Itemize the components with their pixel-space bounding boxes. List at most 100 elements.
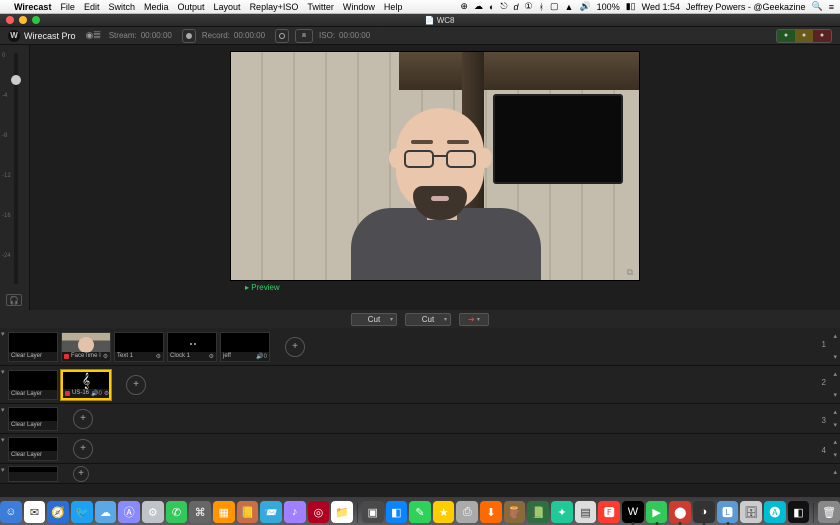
- gear-icon[interactable]: ⚙: [104, 390, 109, 397]
- dock-app[interactable]: ◧: [386, 501, 408, 523]
- menu-replay-iso[interactable]: Replay+ISO: [250, 2, 299, 12]
- dock-app[interactable]: 📒: [237, 501, 259, 523]
- app-menu[interactable]: Wirecast: [14, 2, 51, 12]
- dock-app[interactable]: ⬇: [480, 501, 502, 523]
- layer-down-icon[interactable]: ▾: [833, 421, 837, 429]
- popout-icon[interactable]: ⧉: [627, 267, 633, 278]
- dock-app[interactable]: ⌘: [189, 501, 211, 523]
- status-icon[interactable]: ⎋: [500, 1, 507, 12]
- indicator-yellow[interactable]: ●: [795, 30, 813, 42]
- transition-right-button[interactable]: Cut▾: [405, 313, 451, 326]
- clear-layer-shot[interactable]: Clear Layer: [8, 407, 58, 431]
- shot-facetime[interactable]: FaceTime I⚙: [61, 332, 111, 362]
- chevron-down-icon[interactable]: ▾: [477, 316, 480, 323]
- record-button[interactable]: [275, 29, 289, 43]
- clear-layer-shot[interactable]: Clear Layer: [8, 437, 58, 461]
- menu-window[interactable]: Window: [343, 2, 375, 12]
- dock-app[interactable]: ✎: [409, 501, 431, 523]
- layer-up-icon[interactable]: ▴: [833, 468, 837, 476]
- dock-app[interactable]: ⚙: [142, 501, 164, 523]
- menu-media[interactable]: Media: [144, 2, 169, 12]
- dock-app[interactable]: 🐦: [71, 501, 93, 523]
- clear-layer-shot[interactable]: Clear Layer: [8, 370, 58, 400]
- gear-icon[interactable]: ⚙: [103, 353, 108, 360]
- user-name[interactable]: Jeffrey Powers - @Geekazine: [686, 2, 806, 12]
- clear-layer-shot[interactable]: Clear Layer: [8, 332, 58, 362]
- dock-app[interactable]: 🅻: [717, 501, 739, 523]
- layer-down-icon[interactable]: ▾: [833, 391, 837, 399]
- clear-layer-shot[interactable]: [8, 466, 58, 482]
- wifi-indicator-icon[interactable]: ◉𝍤: [86, 28, 101, 44]
- collapse-icon[interactable]: ▾: [1, 330, 5, 338]
- volume-icon[interactable]: 🔊: [579, 1, 590, 12]
- layer-down-icon[interactable]: ▾: [833, 353, 837, 361]
- add-shot-button[interactable]: +: [285, 337, 305, 357]
- dock-app[interactable]: 🗄: [740, 501, 762, 523]
- layer-up-icon[interactable]: ▴: [833, 408, 837, 416]
- dock-app[interactable]: ✆: [166, 501, 188, 523]
- dock-app[interactable]: W: [622, 501, 644, 523]
- audio-icon[interactable]: 🔊0: [91, 390, 102, 397]
- chevron-down-icon[interactable]: ▾: [444, 316, 447, 323]
- layer-up-icon[interactable]: ▴: [833, 332, 837, 340]
- add-shot-button[interactable]: +: [126, 375, 146, 395]
- dock-app[interactable]: ✉: [24, 501, 46, 523]
- menu-twitter[interactable]: Twitter: [307, 2, 334, 12]
- collapse-icon[interactable]: ▾: [1, 466, 5, 474]
- window-zoom-button[interactable]: [32, 16, 40, 24]
- window-close-button[interactable]: [6, 16, 14, 24]
- clock[interactable]: Wed 1:54: [642, 2, 680, 12]
- add-shot-button[interactable]: +: [73, 409, 93, 429]
- shot-us16[interactable]: 𝄞US-16🔊0⚙: [61, 370, 111, 400]
- dock-app[interactable]: ◎: [308, 501, 330, 523]
- menu-file[interactable]: File: [60, 2, 75, 12]
- dock-app[interactable]: ☁: [95, 501, 117, 523]
- dock-app[interactable]: 🧭: [47, 501, 69, 523]
- menu-output[interactable]: Output: [178, 2, 205, 12]
- chevron-down-icon[interactable]: ▾: [390, 316, 393, 323]
- collapse-icon[interactable]: ▾: [1, 436, 5, 444]
- menu-switch[interactable]: Switch: [108, 2, 135, 12]
- gear-icon[interactable]: ⚙: [209, 353, 214, 360]
- gear-icon[interactable]: ⚙: [156, 353, 161, 360]
- menu-layout[interactable]: Layout: [214, 2, 241, 12]
- dock-app[interactable]: 📗: [527, 501, 549, 523]
- add-shot-button[interactable]: +: [73, 466, 89, 482]
- headphones-button[interactable]: 🎧: [6, 294, 22, 306]
- collapse-icon[interactable]: ▾: [1, 406, 5, 414]
- layer-down-icon[interactable]: ▾: [833, 451, 837, 459]
- window-minimize-button[interactable]: [19, 16, 27, 24]
- shot-text1[interactable]: Text 1⚙: [114, 332, 164, 362]
- layer-up-icon[interactable]: ▴: [833, 370, 837, 378]
- notifications-icon[interactable]: ≡: [829, 2, 834, 12]
- indicator-green[interactable]: ●: [777, 30, 795, 42]
- collapse-icon[interactable]: ▾: [1, 368, 5, 376]
- wifi-icon[interactable]: ▲: [565, 2, 574, 12]
- menu-help[interactable]: Help: [384, 2, 403, 12]
- status-icon[interactable]: ⊕: [460, 1, 468, 12]
- output-indicators[interactable]: ● ● ●: [776, 29, 832, 43]
- battery-icon[interactable]: ▮▯: [626, 1, 636, 12]
- dock-app[interactable]: ♪: [284, 501, 306, 523]
- status-icon[interactable]: ☁: [474, 1, 483, 12]
- menu-edit[interactable]: Edit: [84, 2, 100, 12]
- dock-app[interactable]: ⎙: [456, 501, 478, 523]
- status-icon[interactable]: ◐: [489, 2, 494, 12]
- dock-app[interactable]: 🗑: [818, 501, 840, 523]
- airplay-icon[interactable]: ▢: [550, 1, 559, 12]
- shot-clock1[interactable]: Clock 1⚙: [167, 332, 217, 362]
- dock-app[interactable]: 📁: [331, 501, 353, 523]
- dock-app[interactable]: Ⓐ: [118, 501, 140, 523]
- add-shot-button[interactable]: +: [73, 439, 93, 459]
- dock-app[interactable]: 🅐: [764, 501, 786, 523]
- dock-app[interactable]: ◧: [788, 501, 810, 523]
- dock-app[interactable]: ☺: [0, 501, 22, 523]
- meter-fader[interactable]: [11, 75, 21, 85]
- status-icon[interactable]: ①: [525, 1, 533, 12]
- dock-app[interactable]: 🅵: [598, 501, 620, 523]
- dock-app[interactable]: 🪵: [504, 501, 526, 523]
- preview-monitor[interactable]: ⧉: [230, 51, 640, 281]
- shot-jeff[interactable]: jeff🔊0: [220, 332, 270, 362]
- dock-app[interactable]: ▶: [646, 501, 668, 523]
- dock-app[interactable]: ▣: [362, 501, 384, 523]
